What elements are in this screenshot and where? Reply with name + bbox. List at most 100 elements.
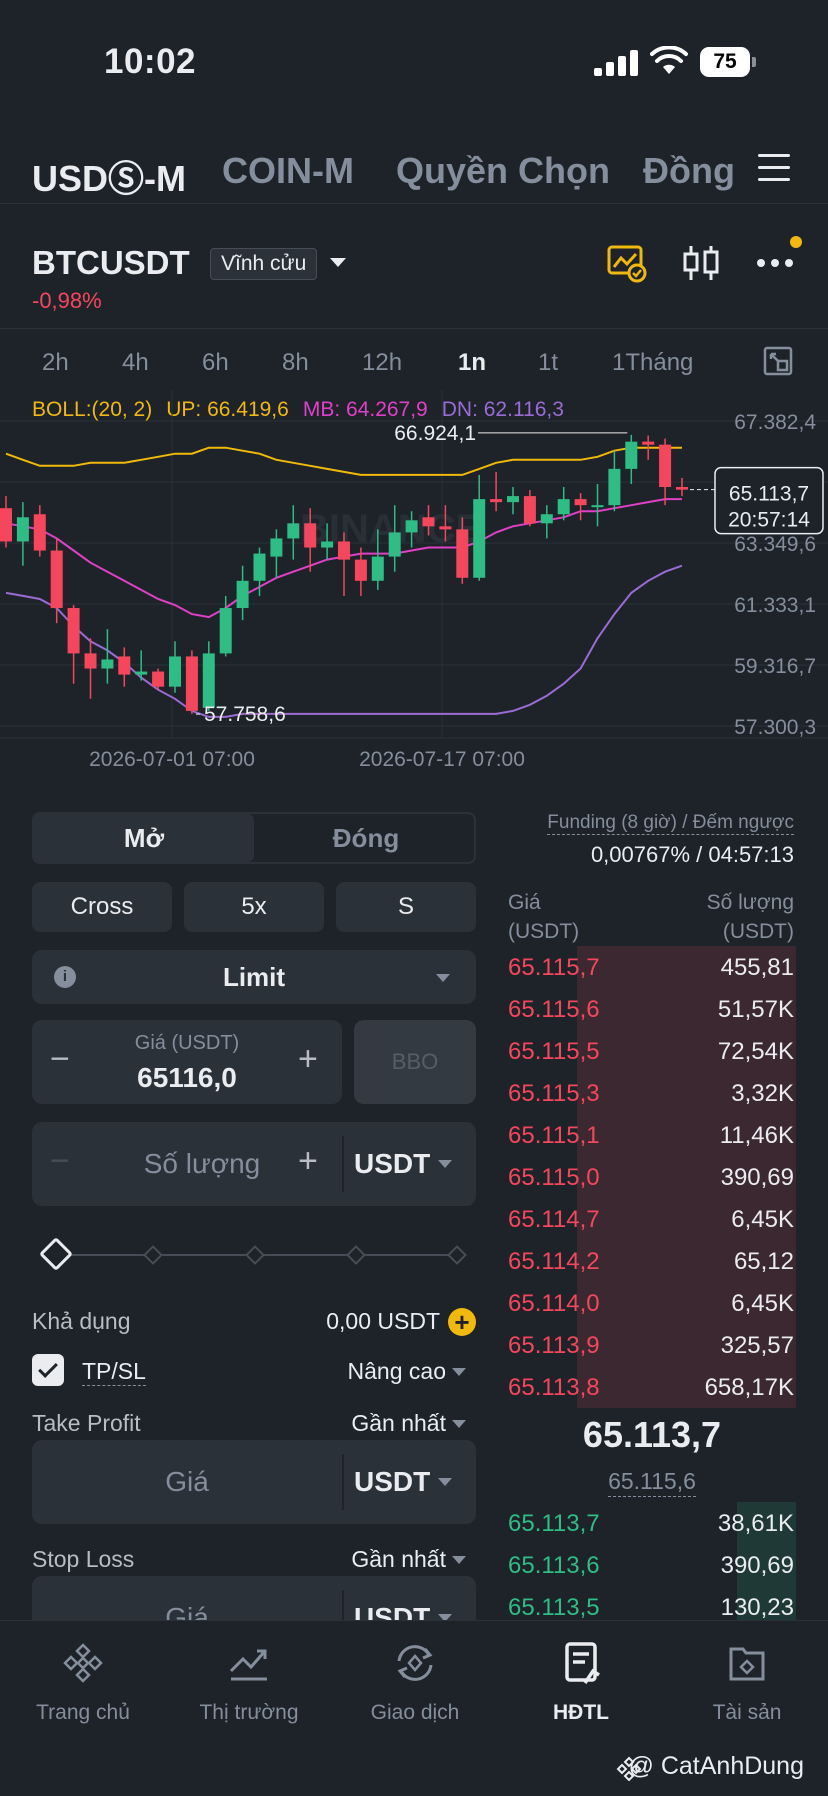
bid-row[interactable]: 65.113,6 390,69	[500, 1544, 796, 1586]
candlestick-chart[interactable]: 67.382,465.366,063.349,661.333,159.316,7…	[0, 390, 828, 790]
chart-alert-icon[interactable]	[606, 242, 648, 284]
candle-body	[287, 523, 300, 539]
symbol-name[interactable]: BTCUSDT	[32, 244, 190, 282]
price-caption: Giá (USDT)	[134, 1032, 240, 1054]
tab-coin-m[interactable]: COIN-M	[222, 150, 354, 192]
y-tick-label: 59.316,7	[734, 655, 816, 678]
qty-unit-select[interactable]: USDT	[354, 1148, 430, 1180]
x-tick-label: 2026-07-01 07:00	[89, 748, 255, 771]
ask-row[interactable]: 65.114,2 65,12	[500, 1240, 796, 1282]
take-profit-input[interactable]: Giá USDT	[32, 1440, 476, 1524]
ask-price: 65.115,7	[508, 954, 600, 981]
interval-2h[interactable]: 2h	[42, 349, 69, 377]
ask-row[interactable]: 65.113,8 658,17K	[500, 1366, 796, 1408]
interval-1w[interactable]: 1t	[538, 349, 558, 377]
asset-mode-button[interactable]: S	[336, 882, 476, 932]
tpsl-label: TP/SL	[82, 1358, 146, 1386]
candle-body	[405, 520, 418, 533]
symbol-dropdown-icon[interactable]	[330, 258, 346, 267]
candle-body	[338, 541, 350, 560]
tab-options[interactable]: Quyền Chọn	[396, 150, 610, 192]
candle-body	[118, 656, 131, 675]
ask-row[interactable]: 65.115,1 11,46K	[500, 1114, 796, 1156]
chevron-down-icon	[452, 1556, 466, 1564]
nav-futures-label: HĐTL	[553, 1701, 609, 1724]
quantity-slider[interactable]	[39, 1237, 467, 1271]
status-bar: 10:02 75	[0, 0, 828, 120]
quantity-input[interactable]: − Số lượng + USDT	[32, 1122, 476, 1206]
chevron-down-icon	[452, 1368, 466, 1376]
tab-usds-m[interactable]: USDⓈ-M	[32, 150, 186, 202]
take-profit-label: Take Profit	[32, 1410, 141, 1436]
candle-body	[473, 499, 486, 578]
ask-qty: 658,17K	[704, 1374, 794, 1401]
ask-qty: 3,32K	[731, 1080, 794, 1107]
tp-trigger-select[interactable]: Gần nhất	[351, 1410, 446, 1437]
bbo-button[interactable]: BBO	[354, 1020, 476, 1104]
hamburger-menu-icon[interactable]	[758, 154, 790, 182]
more-options-icon[interactable]	[754, 242, 796, 284]
candle-body	[676, 487, 688, 490]
ask-row[interactable]: 65.114,0 6,45K	[500, 1282, 796, 1324]
funding-label[interactable]: Funding (8 giờ) / Đếm ngược	[547, 812, 794, 835]
ask-qty: 6,45K	[731, 1206, 794, 1233]
nav-assets[interactable]: Tài sản	[664, 1639, 828, 1725]
ask-row[interactable]: 65.115,0 390,69	[500, 1156, 796, 1198]
price-plus-icon[interactable]: +	[298, 1040, 318, 1079]
sl-trigger-select[interactable]: Gần nhất	[351, 1546, 446, 1573]
stop-loss-label: Stop Loss	[32, 1546, 135, 1572]
ask-row[interactable]: 65.115,3 3,32K	[500, 1072, 796, 1114]
last-price[interactable]: 65.113,7	[500, 1414, 804, 1456]
interval-1d[interactable]: 1n	[458, 349, 486, 377]
bid-qty: 390,69	[720, 1552, 794, 1579]
leverage-button[interactable]: 5x	[184, 882, 324, 932]
qty-plus-icon[interactable]: +	[298, 1142, 318, 1181]
nav-futures[interactable]: HĐTL	[498, 1639, 664, 1725]
ask-row[interactable]: 65.115,7 455,81	[500, 946, 796, 988]
open-tab[interactable]: Mở	[34, 814, 254, 862]
nav-trade[interactable]: Giao dịch	[332, 1639, 498, 1725]
wifi-icon	[650, 46, 688, 74]
price-change: -0,98%	[32, 288, 102, 313]
advanced-select[interactable]: Nâng cao	[348, 1358, 446, 1385]
ask-row[interactable]: 65.115,5 72,54K	[500, 1030, 796, 1072]
qty-header-line1: Số lượng	[706, 891, 794, 914]
qty-minus-icon[interactable]: −	[50, 1142, 70, 1181]
nav-home[interactable]: Trang chủ	[0, 1639, 166, 1725]
candle-body	[456, 529, 469, 578]
price-input[interactable]: − Giá (USDT) 65116,0 +	[32, 1020, 342, 1104]
candlestick-icon[interactable]	[680, 242, 722, 284]
battery-level: 75	[700, 47, 750, 77]
ask-row[interactable]: 65.113,9 325,57	[500, 1324, 796, 1366]
tab-copy[interactable]: Đồng	[643, 150, 735, 192]
available-label: Khả dụng	[32, 1308, 131, 1334]
margin-mode-button[interactable]: Cross	[32, 882, 172, 932]
wallet-icon	[729, 1647, 765, 1681]
interval-12h[interactable]: 12h	[362, 349, 402, 377]
candle-body	[354, 559, 367, 581]
close-tab[interactable]: Đóng	[256, 814, 476, 862]
ask-row[interactable]: 65.115,6 51,57K	[500, 988, 796, 1030]
fullscreen-icon[interactable]	[762, 345, 794, 377]
interval-6h[interactable]: 6h	[202, 349, 229, 377]
nav-markets[interactable]: Thị trường	[166, 1639, 332, 1725]
ask-row[interactable]: 65.114,7 6,45K	[500, 1198, 796, 1240]
bid-row[interactable]: 65.113,7 38,61K	[500, 1502, 796, 1544]
candle-body	[219, 608, 232, 654]
tp-unit-select[interactable]: USDT	[354, 1466, 430, 1498]
ask-qty: 51,57K	[717, 996, 794, 1023]
interval-4h[interactable]: 4h	[122, 349, 149, 377]
candle-body	[101, 659, 114, 669]
slider-handle[interactable]	[39, 1237, 73, 1271]
tpsl-checkbox[interactable]	[32, 1354, 64, 1386]
open-close-toggle: Mở Đóng	[32, 812, 476, 864]
bid-price: 65.113,6	[508, 1552, 600, 1579]
candle-body	[33, 514, 46, 551]
price-header-line1: Giá	[508, 891, 541, 914]
price-value[interactable]: 65116,0	[32, 1062, 342, 1094]
add-funds-icon[interactable]: +	[448, 1308, 476, 1336]
candle-body	[422, 517, 435, 527]
interval-1m[interactable]: 1Tháng	[612, 349, 693, 377]
order-type-select[interactable]: i Limit	[32, 950, 476, 1004]
interval-8h[interactable]: 8h	[282, 349, 309, 377]
